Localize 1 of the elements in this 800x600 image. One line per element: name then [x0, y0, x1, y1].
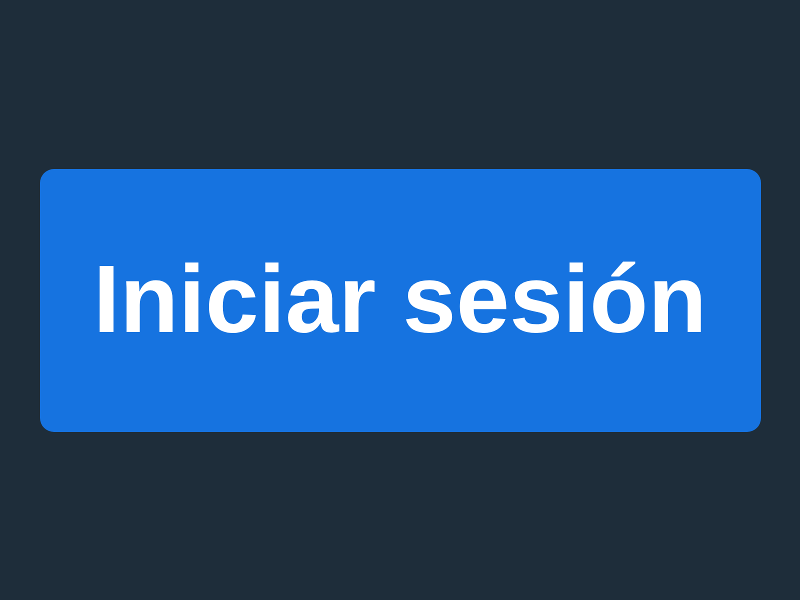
sign-in-button[interactable]: Iniciar sesión: [40, 168, 760, 432]
